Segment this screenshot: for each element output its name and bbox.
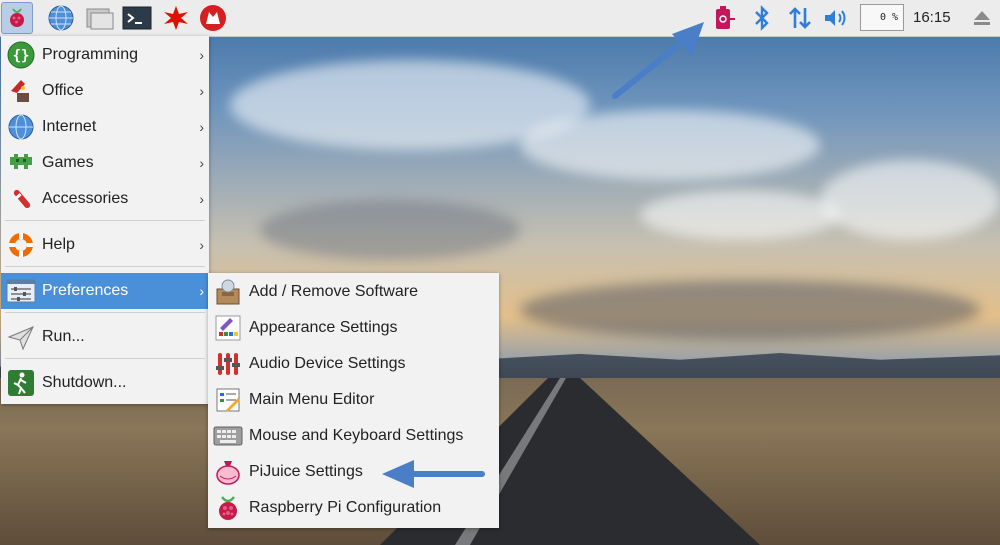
mathematica-icon[interactable] [160,2,192,34]
menu-item-audio-device-settings[interactable]: Audio Device Settings [208,346,499,382]
wolfram-icon[interactable] [197,2,229,34]
menu-item-label: PiJuice Settings [249,463,363,480]
preferences-submenu: Add / Remove Software Appearance Setting… [208,273,499,528]
cpu-usage-monitor[interactable]: 0 % [860,4,904,31]
games-icon [6,148,36,178]
volume-icon[interactable] [820,2,852,34]
pijuice-icon [213,457,243,487]
menu-item-office[interactable]: Office › [1,73,209,109]
web-browser-icon[interactable] [45,2,77,34]
menu-item-raspberry-pi-configuration[interactable]: Raspberry Pi Configuration [208,490,499,526]
pijuice-battery-icon[interactable] [708,2,740,34]
raspberry-config-icon [213,493,243,523]
menu-item-add-remove-software[interactable]: Add / Remove Software [208,274,499,310]
accessories-icon [6,184,36,214]
menu-item-label: Help [42,236,75,253]
cloud [520,110,820,180]
menu-item-accessories[interactable]: Accessories › [1,181,209,217]
menu-item-label: Internet [42,118,97,135]
menu-item-label: Accessories [42,190,129,207]
menu-item-pijuice-settings[interactable]: PiJuice Settings [208,454,499,490]
menu-item-label: Add / Remove Software [249,283,418,300]
menu-item-label: Run... [42,328,85,345]
menu-item-label: Games [42,154,94,171]
internet-icon [6,112,36,142]
menu-item-label: Audio Device Settings [249,355,406,372]
submenu-arrow-icon: › [199,191,204,207]
menu-item-help[interactable]: Help › [1,227,209,263]
menu-item-internet[interactable]: Internet › [1,109,209,145]
main-menu: {} Programming › Office › Internet › Gam… [1,36,209,404]
preferences-icon [6,276,36,306]
keyboard-icon [213,421,243,451]
submenu-arrow-icon: › [199,83,204,99]
software-box-icon [213,277,243,307]
menu-item-label: Programming [42,46,139,63]
menu-editor-icon [213,385,243,415]
menu-item-run[interactable]: Run... [1,319,209,355]
menu-item-mouse-keyboard-settings[interactable]: Mouse and Keyboard Settings [208,418,499,454]
menu-item-main-menu-editor[interactable]: Main Menu Editor [208,382,499,418]
menu-item-label: Preferences [42,282,129,299]
menu-item-programming[interactable]: {} Programming › [1,37,209,73]
menu-item-label: Main Menu Editor [249,391,375,408]
menu-item-label: Mouse and Keyboard Settings [249,427,464,444]
taskbar: 0 % 16:15 [0,0,1000,37]
menu-item-label: Raspberry Pi Configuration [249,499,442,516]
menu-separator [5,266,205,267]
menu-item-preferences[interactable]: Preferences › [1,273,209,309]
shutdown-icon [6,368,36,398]
network-transfer-icon[interactable] [784,2,816,34]
menu-item-appearance-settings[interactable]: Appearance Settings [208,310,499,346]
cloud [520,280,980,340]
cloud [640,190,840,240]
bluetooth-icon[interactable] [746,2,778,34]
terminal-icon[interactable] [121,2,153,34]
raspberry-menu-icon[interactable] [1,2,33,34]
cloud [260,200,520,260]
audio-mixer-icon [213,349,243,379]
submenu-arrow-icon: › [199,237,204,253]
office-icon [6,76,36,106]
help-icon [6,230,36,260]
programming-icon: {} [6,40,36,70]
menu-separator [5,312,205,313]
menu-separator [5,358,205,359]
menu-item-label: Appearance Settings [249,319,398,336]
clock[interactable]: 16:15 [913,9,951,26]
menu-item-label: Office [42,82,84,99]
cloud [820,160,1000,240]
eject-icon[interactable] [966,2,998,34]
svg-text:{}: {} [13,48,30,64]
submenu-arrow-icon: › [199,47,204,63]
submenu-arrow-icon: › [199,283,204,299]
submenu-arrow-icon: › [199,119,204,135]
menu-item-games[interactable]: Games › [1,145,209,181]
appearance-icon [213,313,243,343]
menu-item-label: Shutdown... [42,374,127,391]
file-manager-icon[interactable] [84,2,116,34]
menu-separator [5,220,205,221]
submenu-arrow-icon: › [199,155,204,171]
menu-item-shutdown[interactable]: Shutdown... [1,365,209,401]
run-icon [6,322,36,352]
